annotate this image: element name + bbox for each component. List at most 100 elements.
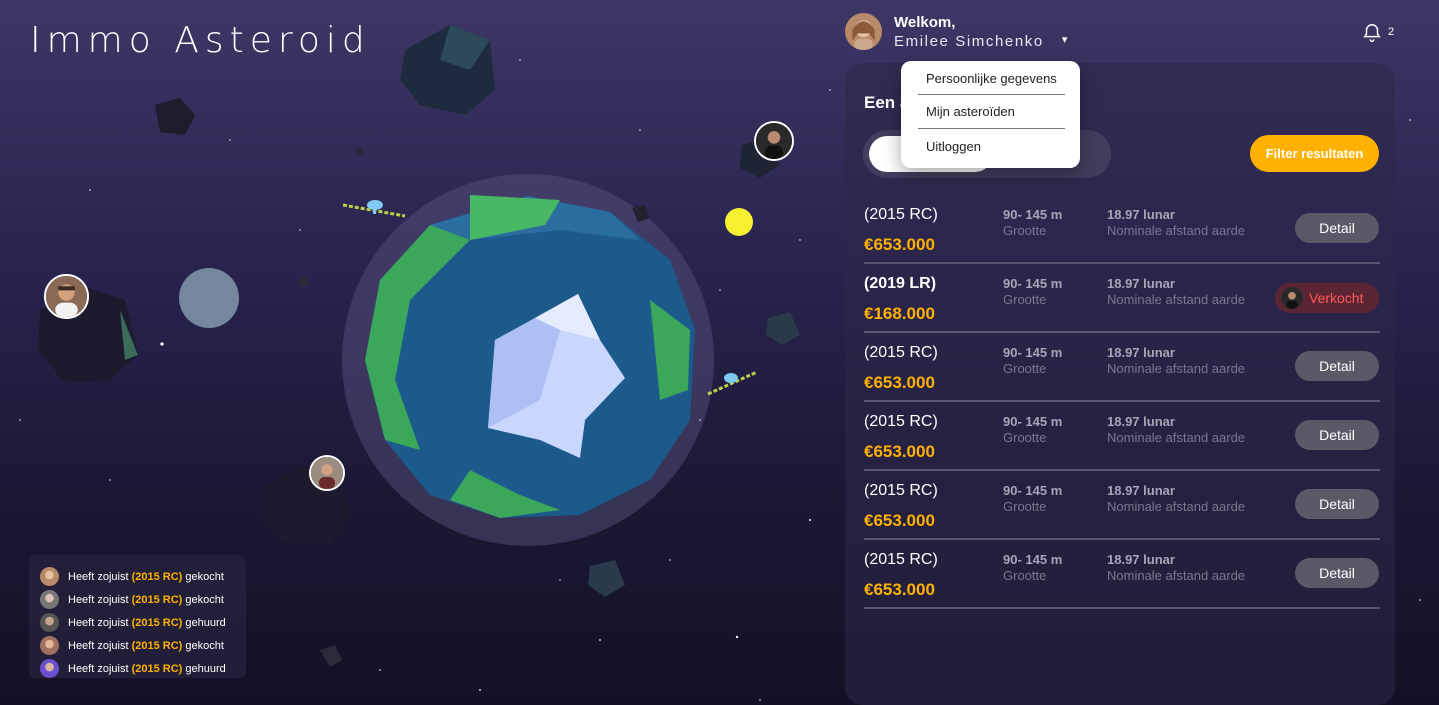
distance-label: Nominale afstand aarde bbox=[1107, 568, 1246, 583]
size-label: Grootte bbox=[1003, 292, 1047, 307]
avatar bbox=[40, 636, 59, 655]
asteroid-code: (2019 LR) bbox=[864, 275, 937, 292]
detail-button[interactable]: Detail bbox=[1295, 351, 1379, 381]
sun bbox=[725, 208, 753, 236]
menu-item-logout[interactable]: Uitloggen bbox=[926, 139, 981, 154]
asteroid-size: 90- 145 m bbox=[1003, 414, 1063, 429]
earth-planet bbox=[365, 195, 695, 518]
feed-item: Heeft zojuist (2015 RC) gekocht bbox=[40, 590, 224, 609]
asteroid-code: (2015 RC) bbox=[864, 482, 938, 499]
feed-verb: gekocht bbox=[185, 593, 224, 606]
size-label: Grootte bbox=[1003, 568, 1047, 583]
avatar bbox=[40, 659, 59, 678]
asteroid-small-5 bbox=[320, 645, 342, 667]
asteroid-price: €653.000 bbox=[864, 511, 935, 530]
satellite-2 bbox=[707, 370, 758, 396]
activity-feed: Heeft zojuist (2015 RC) gekocht Heeft zo… bbox=[29, 555, 246, 678]
asteroid-distance: 18.97 lunar bbox=[1107, 276, 1175, 291]
size-label: Grootte bbox=[1003, 499, 1047, 514]
user-menu-toggle[interactable]: Welkom, Emilee Simchenko ▾ bbox=[845, 13, 1067, 50]
user-avatar bbox=[845, 13, 882, 50]
detail-button[interactable]: Detail bbox=[1295, 558, 1379, 588]
welcome-text: Welkom, bbox=[894, 13, 956, 31]
list-item: (2015 RC) €653.000 90- 145 m Grootte 18.… bbox=[864, 471, 1380, 540]
asteroid-price: €653.000 bbox=[864, 373, 935, 392]
user-dropdown-menu: Persoonlijke gegevens Mijn asteroïden Ui… bbox=[901, 61, 1080, 168]
size-label: Grootte bbox=[1003, 430, 1047, 445]
sold-label: Verkocht bbox=[1309, 290, 1364, 306]
feed-item: Heeft zojuist (2015 RC) gehuurd bbox=[40, 613, 226, 632]
size-label: Grootte bbox=[1003, 361, 1047, 376]
distance-label: Nominale afstand aarde bbox=[1107, 430, 1246, 445]
asteroid-small-3 bbox=[766, 312, 800, 345]
user-name: Emilee Simchenko bbox=[894, 32, 1044, 50]
buyer-avatar bbox=[1281, 287, 1303, 309]
feed-code[interactable]: (2015 RC) bbox=[132, 617, 183, 629]
chevron-down-icon[interactable]: ▾ bbox=[1062, 33, 1068, 46]
distance-label: Nominale afstand aarde bbox=[1107, 292, 1246, 307]
asteroid-size: 90- 145 m bbox=[1003, 345, 1063, 360]
asteroid-size: 90- 145 m bbox=[1003, 483, 1063, 498]
feed-prefix: Heeft zojuist bbox=[68, 593, 129, 606]
avatar-pin-bottom[interactable] bbox=[309, 455, 345, 491]
feed-code[interactable]: (2015 RC) bbox=[132, 663, 183, 675]
asteroid-price: €653.000 bbox=[864, 442, 935, 461]
asteroid-distance: 18.97 lunar bbox=[1107, 414, 1175, 429]
feed-verb: gehuurd bbox=[185, 662, 226, 675]
bell-icon[interactable] bbox=[1361, 22, 1383, 44]
menu-divider bbox=[918, 94, 1065, 95]
asteroid-size: 90- 145 m bbox=[1003, 552, 1063, 567]
feed-prefix: Heeft zojuist bbox=[68, 570, 129, 583]
asteroid-size: 90- 145 m bbox=[1003, 276, 1063, 291]
avatar-pin-top-right[interactable] bbox=[754, 121, 794, 161]
notification-count: 2 bbox=[1388, 26, 1395, 38]
feed-verb: gekocht bbox=[185, 639, 224, 652]
list-item: (2015 RC) €653.000 90- 145 m Grootte 18.… bbox=[864, 195, 1380, 264]
detail-button[interactable]: Detail bbox=[1295, 489, 1379, 519]
avatar bbox=[40, 567, 59, 586]
feed-prefix: Heeft zojuist bbox=[68, 639, 129, 652]
feed-code[interactable]: (2015 RC) bbox=[132, 571, 183, 583]
asteroid-price: €653.000 bbox=[864, 580, 935, 599]
list-item: (2015 RC) €653.000 90- 145 m Grootte 18.… bbox=[864, 540, 1380, 609]
list-item: (2015 RC) €653.000 90- 145 m Grootte 18.… bbox=[864, 402, 1380, 471]
asteroid-code: (2015 RC) bbox=[864, 206, 938, 223]
distance-label: Nominale afstand aarde bbox=[1107, 499, 1246, 514]
menu-divider bbox=[918, 128, 1065, 129]
distance-label: Nominale afstand aarde bbox=[1107, 223, 1246, 238]
list-item: (2019 LR) €168.000 90- 145 m Grootte 18.… bbox=[864, 264, 1380, 333]
feed-item: Heeft zojuist (2015 RC) gehuurd bbox=[40, 659, 226, 678]
asteroid-distance: 18.97 lunar bbox=[1107, 207, 1175, 222]
feed-code[interactable]: (2015 RC) bbox=[132, 594, 183, 606]
avatar-pin-left[interactable] bbox=[44, 274, 89, 319]
asteroid-small-1 bbox=[155, 98, 195, 135]
asteroid-price: €653.000 bbox=[864, 235, 935, 254]
feed-prefix: Heeft zojuist bbox=[68, 662, 129, 675]
asteroid-distance: 18.97 lunar bbox=[1107, 483, 1175, 498]
filter-results-button[interactable]: Filter resultaten bbox=[1250, 135, 1379, 172]
menu-item-personal-details[interactable]: Persoonlijke gegevens bbox=[926, 71, 1057, 86]
asteroid-code: (2015 RC) bbox=[864, 413, 938, 430]
menu-item-my-asteroids[interactable]: Mijn asteroïden bbox=[926, 104, 1015, 119]
feed-code[interactable]: (2015 RC) bbox=[132, 640, 183, 652]
asteroid-code: (2015 RC) bbox=[864, 344, 938, 361]
asteroid-size: 90- 145 m bbox=[1003, 207, 1063, 222]
sold-badge: Verkocht bbox=[1275, 283, 1379, 313]
detail-button[interactable]: Detail bbox=[1295, 213, 1379, 243]
list-item: (2015 RC) €653.000 90- 145 m Grootte 18.… bbox=[864, 333, 1380, 402]
avatar bbox=[40, 613, 59, 632]
size-label: Grootte bbox=[1003, 223, 1047, 238]
feed-item: Heeft zojuist (2015 RC) gekocht bbox=[40, 567, 224, 586]
distance-label: Nominale afstand aarde bbox=[1107, 361, 1246, 376]
feed-prefix: Heeft zojuist bbox=[68, 616, 129, 629]
detail-button[interactable]: Detail bbox=[1295, 420, 1379, 450]
asteroid-code: (2015 RC) bbox=[864, 551, 938, 568]
asteroid-list: (2015 RC) €653.000 90- 145 m Grootte 18.… bbox=[864, 195, 1380, 609]
feed-item: Heeft zojuist (2015 RC) gekocht bbox=[40, 636, 224, 655]
satellite-1 bbox=[342, 200, 406, 218]
moon bbox=[179, 268, 239, 328]
feed-verb: gekocht bbox=[185, 570, 224, 583]
feed-verb: gehuurd bbox=[185, 616, 226, 629]
asteroid-small-4 bbox=[588, 560, 625, 597]
asteroid-distance: 18.97 lunar bbox=[1107, 552, 1175, 567]
